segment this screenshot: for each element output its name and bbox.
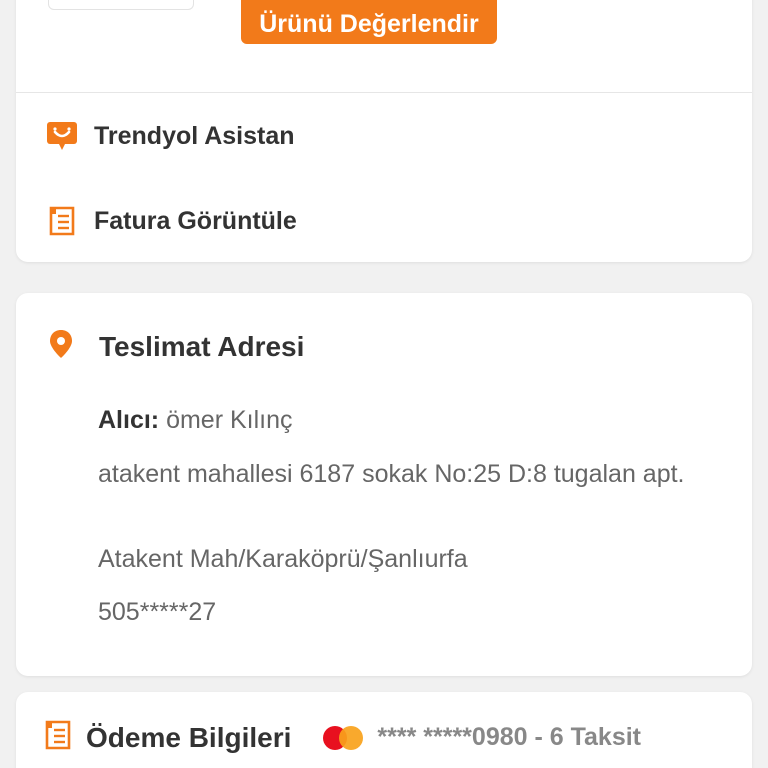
- recipient-label: Alıcı:: [98, 406, 160, 434]
- location-pin-icon: [48, 329, 74, 364]
- address-header: Teslimat Adresi: [48, 329, 304, 364]
- recipient-line: Alıcı: ömer Kılınç: [98, 403, 718, 437]
- delivery-address-card: Teslimat Adresi Alıcı: ömer Kılınç atake…: [16, 293, 752, 676]
- rate-product-button[interactable]: Ürünü Değerlendir: [241, 0, 497, 44]
- recipient-name: ömer Kılınç: [166, 406, 293, 434]
- receipt-icon: [45, 720, 71, 755]
- assistant-row[interactable]: Trendyol Asistan: [16, 114, 752, 158]
- payment-info-card: Ödeme Bilgileri **** *****0980 - 6 Taksi…: [16, 692, 752, 768]
- address-street: atakent mahallesi 6187 sokak No:25 D:8 t…: [98, 460, 685, 488]
- mastercard-icon: [323, 725, 365, 751]
- receipt-icon: [45, 204, 79, 238]
- address-phone: 505*****27: [98, 598, 217, 626]
- invoice-row[interactable]: Fatura Görüntüle: [16, 199, 752, 243]
- order-actions-card: Ürünü Değerlendir Trendyol Asistan Fatur: [16, 0, 752, 262]
- divider: [16, 92, 752, 93]
- quantity-select[interactable]: [48, 0, 194, 10]
- invoice-label: Fatura Görüntüle: [94, 206, 297, 235]
- card-info: **** *****0980 - 6 Taksit: [377, 723, 641, 751]
- address-title: Teslimat Adresi: [99, 330, 305, 362]
- payment-row: Ödeme Bilgileri **** *****0980 - 6 Taksi…: [45, 720, 745, 755]
- payment-title: Ödeme Bilgileri: [86, 721, 292, 753]
- chat-assistant-icon: [45, 119, 79, 153]
- assistant-label: Trendyol Asistan: [94, 121, 295, 150]
- address-district-city: Atakent Mah/Karaköprü/Şanlıurfa: [98, 545, 468, 573]
